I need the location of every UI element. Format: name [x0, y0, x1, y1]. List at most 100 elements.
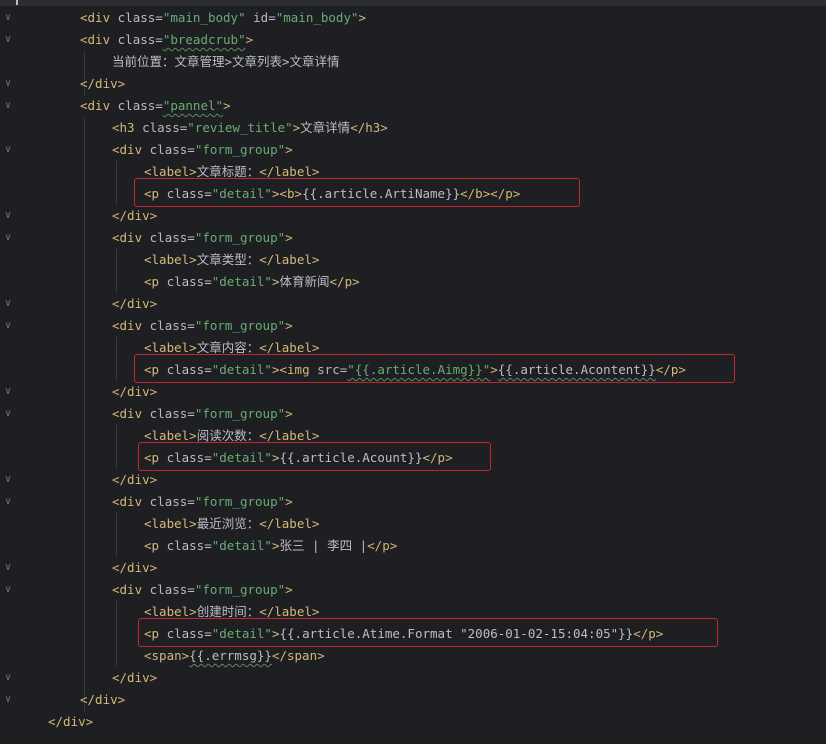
code-line[interactable]: ∨ </div> — [0, 293, 826, 315]
highlight-box — [138, 618, 718, 647]
code-line[interactable]: ∨ <div class="form_group"> — [0, 403, 826, 425]
code-token: "form_group" — [194, 582, 286, 597]
code-line[interactable]: ∨ </div> — [0, 689, 826, 711]
code-token: </div> — [48, 714, 94, 729]
chevron-down-icon[interactable]: ∨ — [2, 205, 14, 227]
code-token: <label> — [144, 604, 197, 619]
highlight-box — [138, 442, 491, 471]
chevron-down-icon[interactable]: ∨ — [2, 381, 14, 403]
chevron-down-icon[interactable]: ∨ — [2, 293, 14, 315]
code-token: > — [358, 10, 367, 25]
code-text: <div class="form_group"> — [112, 227, 293, 249]
code-text: <div class="form_group"> — [112, 403, 293, 425]
code-token: </h3> — [350, 120, 388, 135]
code-token: </span> — [271, 648, 325, 663]
code-line[interactable]: ∨ <div class="form_group"> — [0, 227, 826, 249]
code-token: "form_group" — [194, 142, 286, 157]
code-token: = — [155, 98, 163, 113]
code-text: </div> — [112, 293, 157, 315]
chevron-down-icon[interactable]: ∨ — [2, 689, 14, 711]
code-token: = — [187, 494, 195, 509]
code-token: </p> — [367, 538, 398, 553]
code-text: </div> — [112, 469, 157, 491]
code-line[interactable]: ∨ </div> — [0, 205, 826, 227]
code-token: 文章详情 — [300, 120, 351, 135]
chevron-down-icon[interactable]: ∨ — [2, 667, 14, 689]
code-token: = — [187, 230, 195, 245]
code-text: <div class="main_body" id="main_body"> — [80, 7, 366, 29]
code-token: > — [285, 406, 293, 421]
code-line[interactable]: ∨ <div class="pannel"> — [0, 95, 826, 117]
code-line[interactable]: ∨ <div class="main_body" id="main_body"> — [0, 7, 826, 29]
code-line[interactable]: ∨ <div class="form_group"> — [0, 491, 826, 513]
chevron-down-icon[interactable]: ∨ — [2, 557, 14, 579]
chevron-down-icon[interactable]: ∨ — [2, 579, 14, 601]
code-token: </p> — [329, 274, 360, 289]
code-token: = — [268, 10, 276, 25]
code-token: > — [271, 538, 280, 553]
code-line[interactable]: <h3 class="review_title">文章详情</h3> — [0, 117, 826, 139]
code-editor[interactable]: ∨ <div class="main_body" id="main_body"> ∨… — [0, 0, 826, 744]
code-line[interactable]: <label>文章类型：</label> — [0, 249, 826, 271]
code-line[interactable]: ∨ <div class="form_group"> — [0, 139, 826, 161]
code-token: </label> — [259, 340, 320, 355]
code-token: 最近浏览： — [196, 516, 260, 531]
chevron-down-icon[interactable]: ∨ — [2, 139, 14, 161]
code-token: = — [187, 142, 195, 157]
code-line[interactable]: <p class="detail">体育新闻</p> — [0, 271, 826, 293]
code-line[interactable]: ∨ </div> — [0, 469, 826, 491]
chevron-down-icon[interactable]: ∨ — [2, 469, 14, 491]
code-token: class — [117, 32, 156, 47]
code-token: class — [149, 142, 188, 157]
code-line[interactable]: ∨ <div class="breadcrub"> — [0, 29, 826, 51]
code-line[interactable]: <label>最近浏览：</label> — [0, 513, 826, 535]
code-token: "detail" — [211, 538, 272, 553]
code-token: </div> — [80, 76, 126, 91]
code-text: <label>文章类型：</label> — [144, 249, 319, 271]
chevron-down-icon[interactable]: ∨ — [2, 403, 14, 425]
code-text: </div> — [48, 711, 93, 733]
chevron-down-icon[interactable]: ∨ — [2, 73, 14, 95]
chevron-down-icon[interactable]: ∨ — [2, 29, 14, 51]
code-token: 阅读次数： — [196, 428, 260, 443]
code-token: </div> — [112, 208, 158, 223]
chevron-down-icon[interactable]: ∨ — [2, 315, 14, 337]
code-line[interactable]: ∨ <div class="form_group"> — [0, 315, 826, 337]
code-token: <label> — [144, 516, 197, 531]
editor-top-border — [0, 0, 826, 6]
chevron-down-icon[interactable]: ∨ — [2, 227, 14, 249]
code-line[interactable]: <p class="detail">张三 | 李四 |</p> — [0, 535, 826, 557]
code-token: 张三 | 李四 | — [279, 538, 368, 553]
code-line[interactable]: ∨ </div> — [0, 381, 826, 403]
code-token: "form_group" — [194, 406, 286, 421]
code-token: class — [117, 10, 156, 25]
code-line[interactable]: ∨ </div> — [0, 667, 826, 689]
code-token: </div> — [80, 692, 126, 707]
text-cursor — [16, 0, 18, 5]
code-token: "breadcrub" — [162, 32, 246, 47]
code-token: <p — [144, 538, 167, 553]
code-token: </label> — [259, 252, 320, 267]
code-line[interactable]: 当前位置：文章管理>文章列表>文章详情 — [0, 51, 826, 73]
code-token: class — [149, 318, 188, 333]
code-token: > — [285, 318, 293, 333]
code-token: <label> — [144, 252, 197, 267]
code-line[interactable]: ∨ <div class="form_group"> — [0, 579, 826, 601]
chevron-down-icon[interactable]: ∨ — [2, 7, 14, 29]
code-token: > — [285, 230, 293, 245]
code-token: = — [187, 406, 195, 421]
code-line[interactable]: </div> — [0, 711, 826, 733]
code-token: > — [285, 494, 293, 509]
code-token: 文章类型： — [196, 252, 260, 267]
code-text: <div class="pannel"> — [80, 95, 231, 117]
code-token: </label> — [259, 164, 320, 179]
code-token: class — [149, 406, 188, 421]
code-text: <p class="detail">体育新闻</p> — [144, 271, 360, 293]
code-token: = — [187, 318, 195, 333]
code-line[interactable]: ∨ </div> — [0, 557, 826, 579]
code-line[interactable]: <span>{{.errmsg}}</span> — [0, 645, 826, 667]
chevron-down-icon[interactable]: ∨ — [2, 95, 14, 117]
code-token: <div — [112, 582, 150, 597]
code-line[interactable]: ∨ </div> — [0, 73, 826, 95]
chevron-down-icon[interactable]: ∨ — [2, 491, 14, 513]
